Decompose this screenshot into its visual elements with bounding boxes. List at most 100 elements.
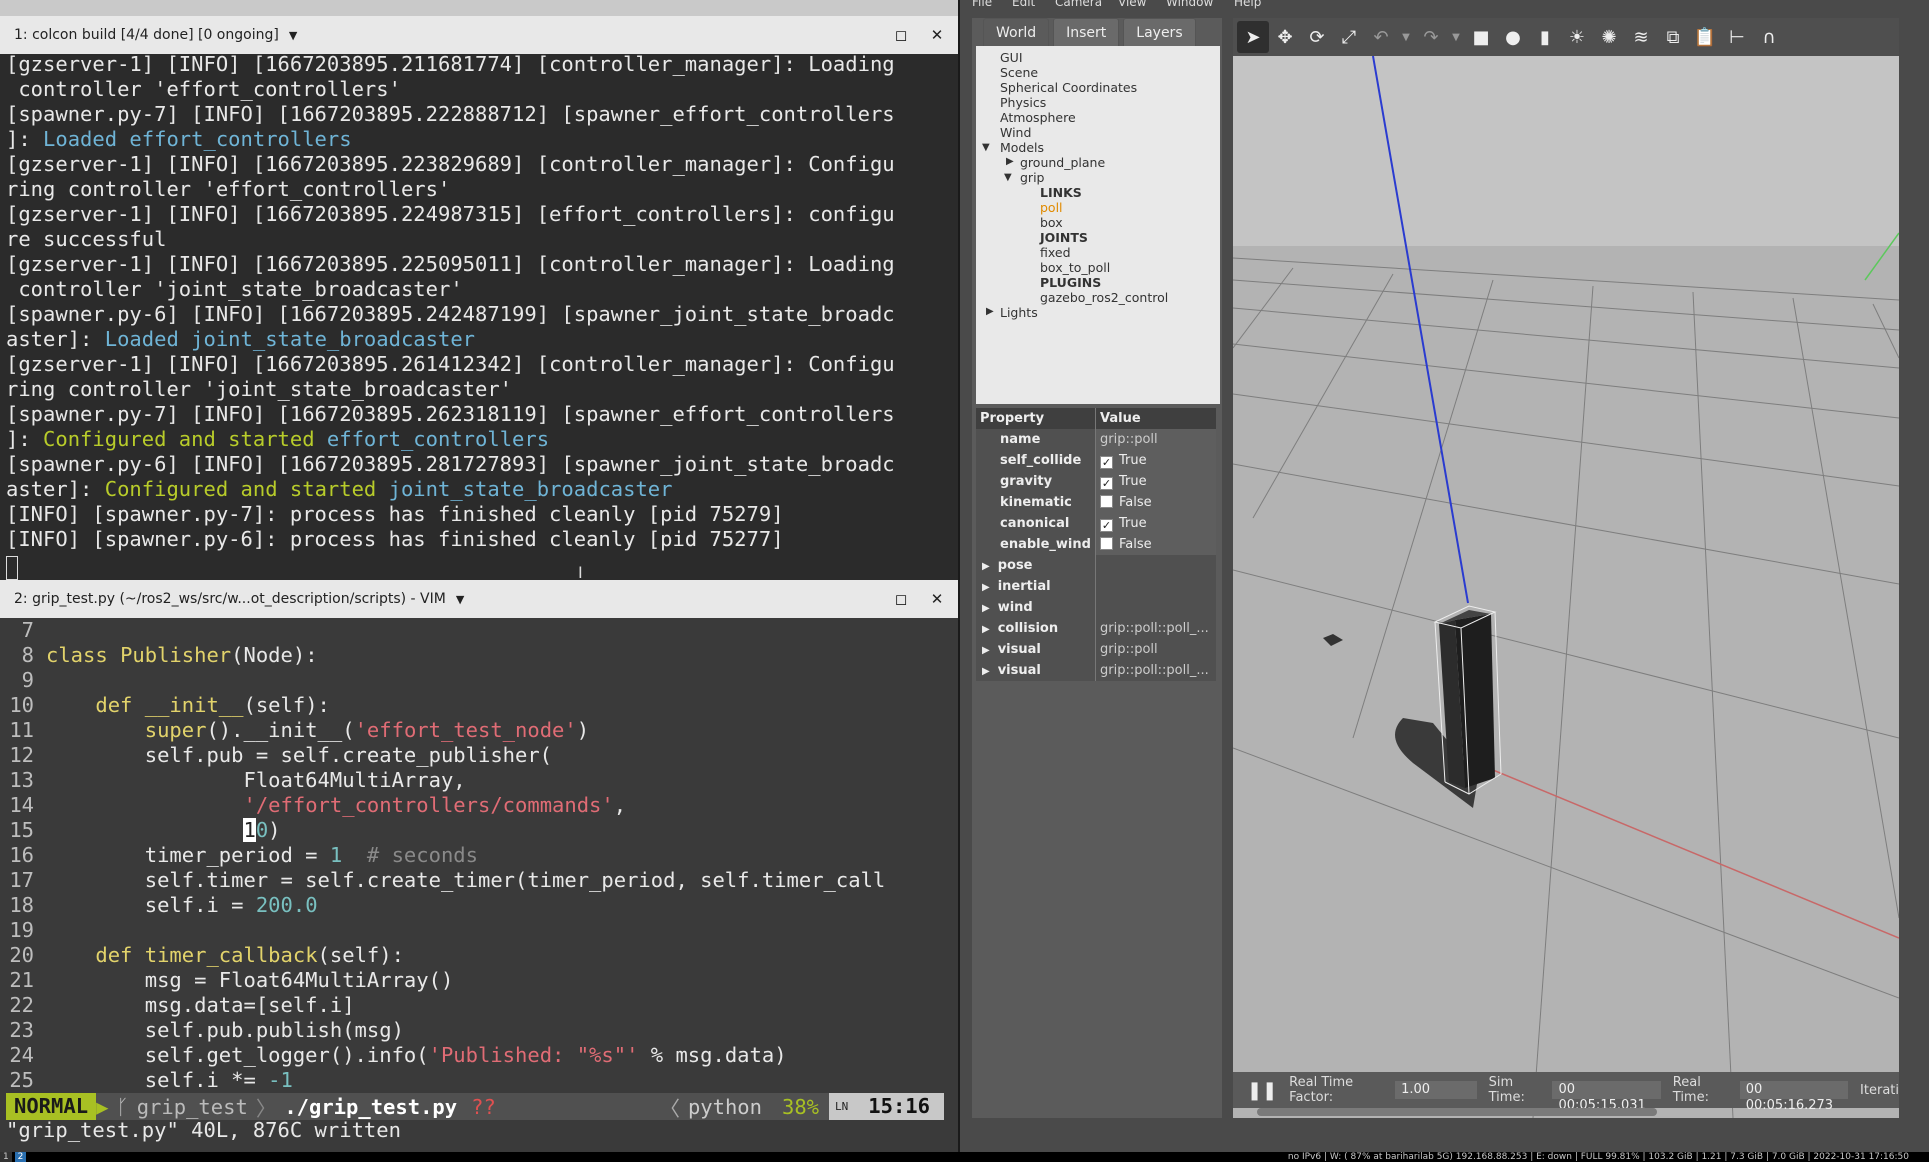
property-group[interactable]: ▶ pose (976, 555, 1216, 576)
tree-item-lights[interactable]: Lights (1000, 305, 1038, 320)
expand-arrow-icon[interactable]: ▶ (982, 582, 990, 593)
code-line[interactable]: 12 self.pub = self.create_publisher( (0, 743, 958, 768)
checkbox[interactable]: ✓ (1100, 519, 1113, 532)
horizontal-scrollbar[interactable] (1257, 1108, 1657, 1116)
property-value[interactable]: grip::poll (1096, 429, 1216, 450)
terminal-2-titlebar[interactable]: 2: grip_test.py (~/ros2_ws/src/w...ot_de… (0, 580, 958, 618)
property-group[interactable]: ▶ wind (976, 597, 1216, 618)
property-row[interactable]: self_collide ✓ True (976, 450, 1216, 471)
tree-item-scene[interactable]: Scene (1000, 65, 1038, 80)
point-light-icon[interactable]: ☀ (1561, 21, 1593, 53)
tree-item-grip[interactable]: grip (1020, 170, 1044, 185)
menu-item[interactable]: Edit (1012, 0, 1035, 9)
collapse-arrow-icon[interactable]: ▶ (1006, 156, 1014, 167)
expand-arrow-icon[interactable]: ▶ (982, 624, 990, 635)
code-line[interactable]: 18 self.i = 200.0 (0, 893, 958, 918)
code-line[interactable]: 11 super().__init__('effort_test_node') (0, 718, 958, 743)
code-line[interactable]: 15 10) (0, 818, 958, 843)
directional-light-icon[interactable]: ≋ (1625, 21, 1657, 53)
code-line[interactable]: 25 self.i *= -1 (0, 1068, 958, 1093)
property-row[interactable]: canonical ✓ True (976, 513, 1216, 534)
code-line[interactable]: 23 self.pub.publish(msg) (0, 1018, 958, 1043)
code-line[interactable]: 20 def timer_callback(self): (0, 943, 958, 968)
code-line[interactable]: 14 '/effort_controllers/commands', (0, 793, 958, 818)
property-row[interactable]: enable_wind False (976, 534, 1216, 555)
tree-item-models[interactable]: Models (1000, 140, 1044, 155)
code-line[interactable]: 17 self.timer = self.create_timer(timer_… (0, 868, 958, 893)
expand-arrow-icon[interactable]: ▶ (982, 603, 990, 614)
translate-icon[interactable]: ✥ (1269, 21, 1301, 53)
snap-icon[interactable]: ∩ (1753, 21, 1785, 53)
property-group[interactable]: ▶ visual grip::poll::poll_... (976, 660, 1216, 681)
code-line[interactable]: 22 msg.data=[self.i] (0, 993, 958, 1018)
chevron-down-icon[interactable]: ▼ (289, 29, 297, 42)
paste-icon[interactable]: 📋 (1689, 21, 1721, 53)
code-line[interactable]: 19 (0, 918, 958, 943)
checkbox[interactable] (1100, 537, 1113, 550)
maximize-icon[interactable]: ◻ (882, 16, 920, 54)
collapse-arrow-icon[interactable]: ▶ (986, 306, 994, 317)
tree-item-spherical[interactable]: Spherical Coordinates (1000, 80, 1137, 95)
tab-world[interactable]: World (983, 18, 1050, 46)
expand-arrow-icon[interactable]: ▼ (1004, 172, 1012, 183)
code-line[interactable]: 16 timer_period = 1 # seconds (0, 843, 958, 868)
tree-item-fixed[interactable]: fixed (1040, 245, 1071, 260)
property-value[interactable]: False (1096, 534, 1216, 555)
checkbox[interactable] (1100, 495, 1113, 508)
checkbox[interactable]: ✓ (1100, 456, 1113, 469)
workspace-1[interactable]: 1 (0, 1152, 12, 1162)
chevron-down-icon[interactable]: ▼ (456, 593, 464, 606)
property-value[interactable]: ✓ True (1096, 450, 1216, 471)
tree-item-wind[interactable]: Wind (1000, 125, 1031, 140)
vim-editor[interactable]: 7 8 class Publisher(Node): 9 10 def __init__… (0, 618, 958, 1092)
tree-item-atmosphere[interactable]: Atmosphere (1000, 110, 1076, 125)
redo-icon[interactable]: ↷ (1415, 21, 1447, 53)
code-line[interactable]: 7 (0, 618, 958, 643)
workspace-2[interactable]: 2 (14, 1152, 27, 1162)
chevron-down-icon[interactable]: ▼ (1397, 21, 1415, 53)
property-row[interactable]: gravity ✓ True (976, 471, 1216, 492)
tree-item-box-to-poll[interactable]: box_to_poll (1040, 260, 1110, 275)
property-group[interactable]: ▶ visual grip::poll (976, 639, 1216, 660)
menu-item[interactable]: View (1118, 0, 1146, 9)
property-value[interactable]: ✓ True (1096, 471, 1216, 492)
tab-insert[interactable]: Insert (1053, 18, 1120, 46)
box-shape-icon[interactable]: ■ (1465, 21, 1497, 53)
code-line[interactable]: 8 class Publisher(Node): (0, 643, 958, 668)
3d-viewport[interactable] (1233, 18, 1899, 1118)
maximize-icon[interactable]: ◻ (882, 580, 920, 618)
property-value[interactable]: False (1096, 492, 1216, 513)
property-group[interactable]: ▶ inertial (976, 576, 1216, 597)
menu-item[interactable]: Camera (1055, 0, 1102, 9)
code-line[interactable]: 21 msg = Float64MultiArray() (0, 968, 958, 993)
property-row[interactable]: name grip::poll (976, 429, 1216, 450)
pause-icon[interactable]: ❚❚ (1233, 1080, 1289, 1101)
property-value[interactable]: ✓ True (1096, 513, 1216, 534)
scale-icon[interactable]: ⤢ (1333, 21, 1365, 53)
expand-arrow-icon[interactable]: ▶ (982, 561, 990, 572)
terminal-1-titlebar[interactable]: 1: colcon build [4/4 done] [0 ongoing] ▼… (0, 16, 958, 54)
close-icon[interactable]: ✕ (918, 16, 956, 54)
tree-item-physics[interactable]: Physics (1000, 95, 1046, 110)
tree-item-gui[interactable]: GUI (1000, 50, 1023, 65)
sphere-shape-icon[interactable]: ● (1497, 21, 1529, 53)
tree-item-plugin[interactable]: gazebo_ros2_control (1040, 290, 1168, 305)
tree-item-ground-plane[interactable]: ground_plane (1020, 155, 1105, 170)
close-icon[interactable]: ✕ (918, 580, 956, 618)
property-group[interactable]: ▶ collision grip::poll::poll_... (976, 618, 1216, 639)
cylinder-shape-icon[interactable]: ▮ (1529, 21, 1561, 53)
chevron-down-icon[interactable]: ▼ (1447, 21, 1465, 53)
undo-icon[interactable]: ↶ (1365, 21, 1397, 53)
code-line[interactable]: 24 self.get_logger().info('Published: "%… (0, 1043, 958, 1068)
expand-arrow-icon[interactable]: ▶ (982, 645, 990, 656)
tree-item-box[interactable]: box (1040, 215, 1063, 230)
code-line[interactable]: 9 (0, 668, 958, 693)
menu-item[interactable]: File (972, 0, 992, 9)
tree-item-poll[interactable]: poll (1040, 200, 1063, 215)
rotate-icon[interactable]: ⟳ (1301, 21, 1333, 53)
code-line[interactable]: 10 def __init__(self): (0, 693, 958, 718)
checkbox[interactable]: ✓ (1100, 477, 1113, 490)
select-arrow-icon[interactable]: ➤ (1237, 21, 1269, 53)
code-line[interactable]: 13 Float64MultiArray, (0, 768, 958, 793)
align-icon[interactable]: ⊢ (1721, 21, 1753, 53)
